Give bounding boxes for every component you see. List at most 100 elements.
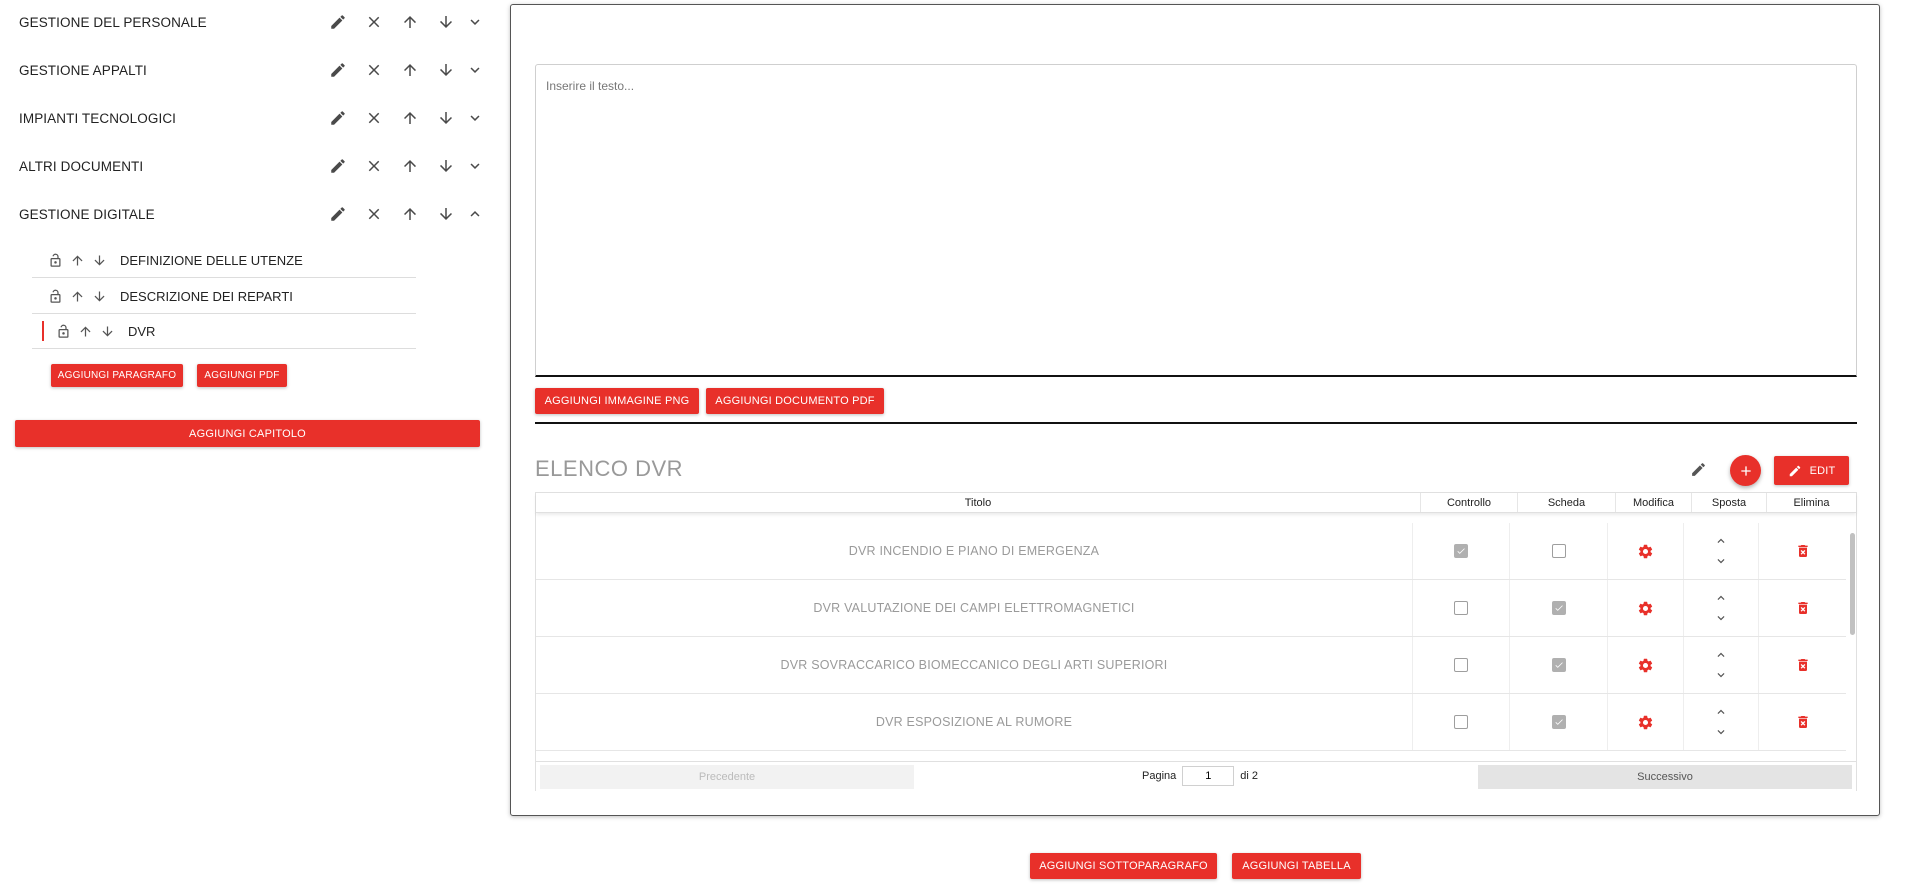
scheda-checkbox[interactable] bbox=[1551, 715, 1566, 729]
list-title: ELENCO DVR bbox=[535, 456, 684, 481]
col-header[interactable]: Elimina bbox=[1767, 493, 1856, 512]
arrow-up-icon[interactable] bbox=[392, 148, 428, 184]
chevron-down-icon[interactable] bbox=[1714, 668, 1728, 682]
chevron-down-icon[interactable] bbox=[464, 100, 486, 136]
edit-pencil-icon[interactable] bbox=[320, 52, 356, 88]
chapter-row[interactable]: IMPIANTI TECNOLOGICI bbox=[0, 94, 490, 142]
scheda-checkbox[interactable] bbox=[1551, 658, 1566, 672]
close-icon[interactable] bbox=[356, 52, 392, 88]
edit-pencil-icon[interactable] bbox=[320, 100, 356, 136]
arrow-up-icon[interactable] bbox=[66, 285, 88, 307]
chevron-down-icon[interactable] bbox=[464, 4, 486, 40]
controllo-checkbox[interactable] bbox=[1454, 658, 1468, 672]
controllo-checkbox[interactable] bbox=[1454, 715, 1468, 729]
table-scrollbar[interactable] bbox=[1850, 533, 1855, 635]
arrow-down-icon[interactable] bbox=[428, 100, 464, 136]
row-title: DVR INCENDIO E PIANO DI EMERGENZA bbox=[536, 523, 1413, 579]
arrow-up-icon[interactable] bbox=[392, 196, 428, 232]
arrow-down-icon[interactable] bbox=[88, 249, 110, 271]
col-header[interactable]: Controllo bbox=[1421, 493, 1518, 512]
gear-icon[interactable] bbox=[1608, 637, 1684, 693]
next-page-button[interactable]: Successivo bbox=[1478, 765, 1852, 789]
edit-pencil-icon[interactable] bbox=[1690, 461, 1707, 483]
text-editor-input[interactable] bbox=[536, 65, 1856, 375]
chevron-up-icon[interactable] bbox=[1714, 648, 1728, 662]
scheda-checkbox[interactable] bbox=[1551, 601, 1566, 615]
paragraph-row[interactable]: DEFINIZIONE DELLE UTENZE bbox=[32, 243, 416, 278]
controllo-checkbox[interactable] bbox=[1454, 544, 1468, 558]
pencil-icon bbox=[1789, 465, 1800, 476]
edit-pencil-icon[interactable] bbox=[320, 4, 356, 40]
add-row-button[interactable] bbox=[1730, 455, 1761, 486]
trash-icon[interactable] bbox=[1759, 637, 1846, 693]
page-label: Pagina bbox=[1142, 770, 1177, 782]
scheda-checkbox[interactable] bbox=[1551, 544, 1566, 558]
add-pdf-document-button[interactable]: AGGIUNGI DOCUMENTO PDF bbox=[706, 388, 884, 414]
trash-icon[interactable] bbox=[1759, 523, 1846, 579]
close-icon[interactable] bbox=[356, 4, 392, 40]
chevron-down-icon[interactable] bbox=[464, 148, 486, 184]
chevron-down-icon[interactable] bbox=[464, 52, 486, 88]
chevron-down-icon[interactable] bbox=[1714, 554, 1728, 568]
add-png-image-button[interactable]: AGGIUNGI IMMAGINE PNG bbox=[535, 388, 699, 414]
add-paragraph-button[interactable]: AGGIUNGI PARAGRAFO bbox=[51, 364, 183, 387]
chevron-down-icon[interactable] bbox=[1714, 725, 1728, 739]
edit-button[interactable]: EDIT bbox=[1774, 456, 1849, 485]
edit-pencil-icon[interactable] bbox=[320, 196, 356, 232]
arrow-up-icon[interactable] bbox=[74, 320, 96, 342]
col-header[interactable]: Titolo bbox=[536, 493, 1421, 512]
trash-icon[interactable] bbox=[1759, 580, 1846, 636]
arrow-up-icon[interactable] bbox=[392, 4, 428, 40]
arrow-up-icon[interactable] bbox=[392, 100, 428, 136]
lock-open-icon[interactable] bbox=[44, 285, 66, 307]
close-icon[interactable] bbox=[356, 100, 392, 136]
add-table-button[interactable]: AGGIUNGI TABELLA bbox=[1232, 853, 1361, 879]
chevron-up-icon[interactable] bbox=[464, 196, 486, 232]
page-number-input[interactable] bbox=[1182, 766, 1235, 786]
text-editor[interactable] bbox=[535, 64, 1857, 377]
add-chapter-button[interactable]: AGGIUNGI CAPITOLO bbox=[15, 420, 480, 447]
chapter-row[interactable]: GESTIONE APPALTI bbox=[0, 46, 490, 94]
controllo-checkbox[interactable] bbox=[1454, 601, 1468, 615]
chapter-row-expanded[interactable]: GESTIONE DIGITALE bbox=[0, 190, 490, 238]
arrow-down-icon[interactable] bbox=[96, 320, 118, 342]
close-icon[interactable] bbox=[356, 196, 392, 232]
lock-open-icon[interactable] bbox=[44, 249, 66, 271]
chevron-up-icon[interactable] bbox=[1714, 705, 1728, 719]
page-total: di 2 bbox=[1240, 770, 1259, 782]
gear-icon[interactable] bbox=[1608, 523, 1684, 579]
arrow-up-icon[interactable] bbox=[392, 52, 428, 88]
lock-open-icon[interactable] bbox=[52, 320, 74, 342]
arrow-down-icon[interactable] bbox=[428, 196, 464, 232]
col-header[interactable]: Modifica bbox=[1616, 493, 1692, 512]
paragraph-row[interactable]: DESCRIZIONE DEI REPARTI bbox=[32, 279, 416, 314]
arrow-down-icon[interactable] bbox=[428, 52, 464, 88]
add-subparagraph-button[interactable]: AGGIUNGI SOTTOPARAGRAFO bbox=[1030, 853, 1217, 879]
col-header[interactable]: Scheda bbox=[1518, 493, 1616, 512]
gear-icon[interactable] bbox=[1608, 580, 1684, 636]
chapters-sidebar: GESTIONE DEL PERSONALE GESTIONE APPALTI … bbox=[0, 0, 500, 888]
arrow-down-icon[interactable] bbox=[88, 285, 110, 307]
move-controls bbox=[1714, 648, 1728, 682]
arrow-up-icon[interactable] bbox=[66, 249, 88, 271]
table-row: DVR SOVRACCARICO BIOMECCANICO DEGLI ARTI… bbox=[536, 637, 1846, 694]
close-icon[interactable] bbox=[356, 148, 392, 184]
chevron-up-icon[interactable] bbox=[1714, 591, 1728, 605]
chevron-up-icon[interactable] bbox=[1714, 534, 1728, 548]
previous-page-button[interactable]: Precedente bbox=[540, 765, 914, 789]
chapter-row[interactable]: ALTRI DOCUMENTI bbox=[0, 142, 490, 190]
move-controls bbox=[1714, 705, 1728, 739]
gear-icon[interactable] bbox=[1608, 694, 1684, 750]
add-pdf-button[interactable]: AGGIUNGI PDF bbox=[197, 364, 287, 387]
move-controls bbox=[1714, 534, 1728, 568]
chapter-label: GESTIONE DEL PERSONALE bbox=[19, 14, 207, 30]
arrow-down-icon[interactable] bbox=[428, 4, 464, 40]
paragraph-row-active[interactable]: DVR bbox=[32, 314, 416, 349]
trash-icon[interactable] bbox=[1759, 694, 1846, 750]
edit-pencil-icon[interactable] bbox=[320, 148, 356, 184]
arrow-down-icon[interactable] bbox=[428, 148, 464, 184]
dvr-table: Titolo Controllo Scheda Modifica Sposta … bbox=[535, 492, 1857, 791]
chapter-row[interactable]: GESTIONE DEL PERSONALE bbox=[0, 0, 490, 46]
col-header[interactable]: Sposta bbox=[1692, 493, 1767, 512]
chevron-down-icon[interactable] bbox=[1714, 611, 1728, 625]
